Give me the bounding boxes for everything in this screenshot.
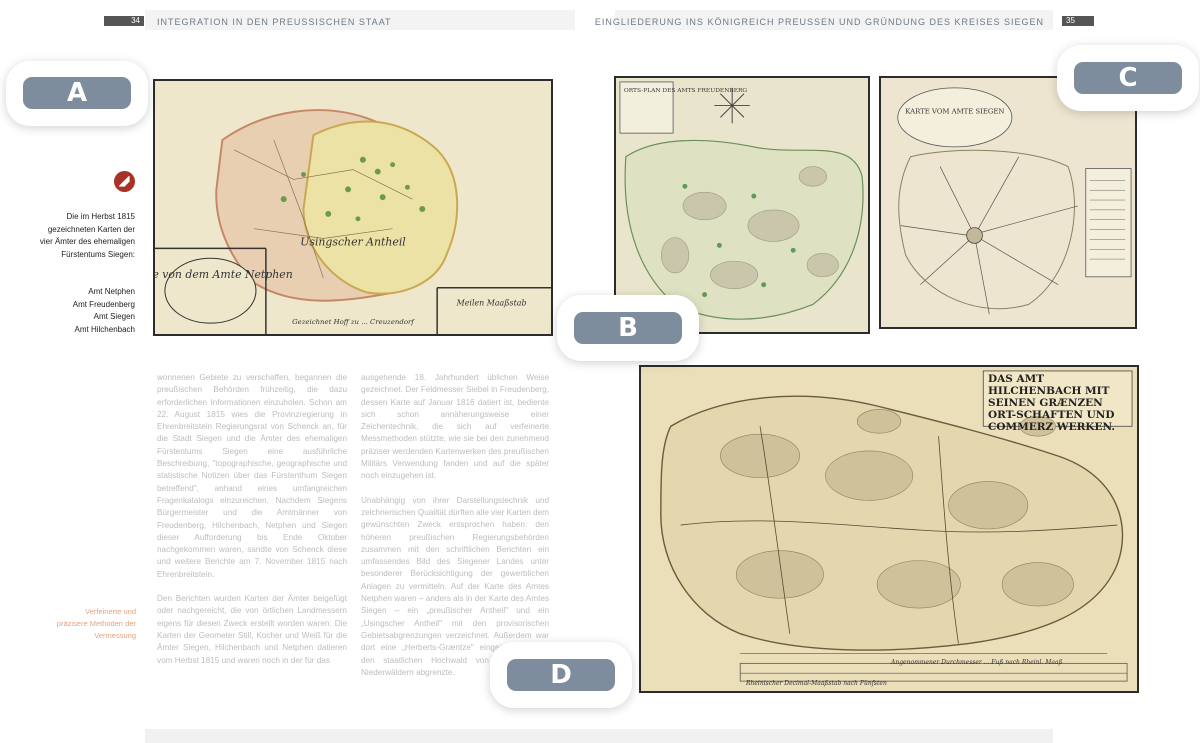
bottom-bar — [145, 729, 1053, 743]
badge-d-text: D — [507, 659, 615, 691]
caption-item-freudenberg: Amt Freudenberg — [72, 299, 135, 309]
map-b-title: ORTS-PLAN DES AMTS FREUDENBERG — [624, 88, 748, 94]
map-d-bottom-note: Rheinischer Decimal-Maaßstab nach Fünfst… — [746, 680, 887, 687]
badge-c-text: C — [1074, 62, 1182, 94]
figure-caption: Die im Herbst 1815 gezeichneten Karten d… — [39, 212, 135, 259]
label-badge-d[interactable]: D — [490, 642, 632, 708]
label-badge-a[interactable]: A — [6, 61, 148, 126]
badge-b-text: B — [574, 312, 682, 344]
map-a-scale: Meilen Maaßstab — [456, 298, 527, 307]
map-c-title: KARTE VOM AMTE SIEGEN — [905, 107, 1004, 115]
body-column-1: wonnenen Gebiete zu verschaffen, beganne… — [157, 372, 347, 679]
chapter-title-right: EINGLIEDERUNG INS KÖNIGREICH PREUSSEN UN… — [594, 17, 1044, 27]
body-paragraph: Den Berichten wurden Karten der Ämter be… — [157, 594, 347, 665]
label-badge-b[interactable]: B — [557, 295, 699, 361]
map-pin-icon[interactable] — [114, 171, 135, 192]
map-amt-netphen[interactable]: Karte von dem Amte Netphen Meilen Maaßst… — [153, 79, 553, 336]
margin-note: Verfeinerte und präzisere Methoden der V… — [56, 607, 136, 640]
label-badge-c[interactable]: C — [1057, 45, 1199, 111]
map-a-cartouche: Karte von dem Amte Netphen — [155, 268, 293, 281]
page-number-left: 34 — [104, 16, 144, 26]
map-amt-hilchenbach[interactable]: DAS AMT HILCHENBACH MIT SEINEN GRÆNZEN O… — [639, 365, 1139, 693]
map-d-title: DAS AMT HILCHENBACH MIT SEINEN GRÆNZEN O… — [988, 373, 1116, 433]
caption-item-hilchenbach: Amt Hilchenbach — [74, 324, 135, 334]
badge-a-text: A — [23, 77, 131, 109]
map-a-footer: Gezeichnet Hoff zu ... Creuzendorf — [292, 318, 415, 326]
map-a-label: Usingscher Antheil — [300, 235, 406, 248]
caption-item-netphen: Amt Netphen — [88, 287, 135, 296]
figure-caption-list: Amt Netphen Amt Freudenberg Amt Siegen A… — [35, 286, 135, 336]
map-amt-siegen[interactable]: KARTE VOM AMTE SIEGEN — [879, 76, 1137, 329]
caption-item-siegen: Amt Siegen — [93, 312, 135, 321]
body-paragraph: ausgehende 18. Jahrhundert üblichen Weis… — [361, 373, 549, 481]
page-number-right: 35 — [1062, 16, 1094, 26]
chapter-title-left: INTEGRATION IN DEN PREUSSISCHEN STAAT — [157, 17, 392, 27]
body-paragraph: wonnenen Gebiete zu verschaffen, beganne… — [157, 373, 347, 579]
map-d-subtitle: Angenommener Durchmesser ... Fuß nach Rh… — [891, 659, 1063, 666]
